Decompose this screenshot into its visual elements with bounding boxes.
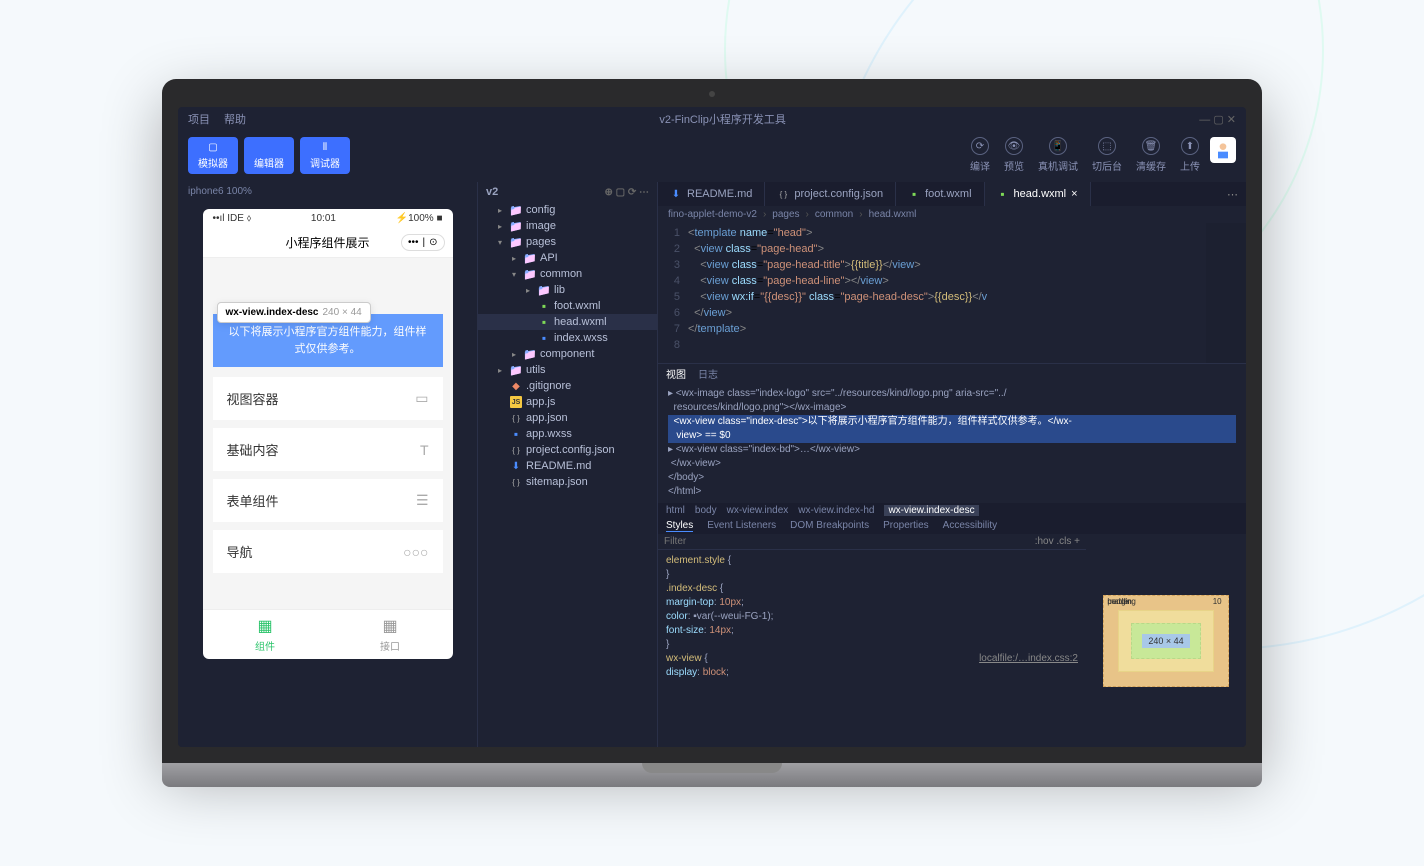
code-editor[interactable]: 12345678 <template name="head"> <view cl… <box>658 223 1246 363</box>
action-清缓存[interactable]: 🗑清缓存 <box>1136 137 1166 173</box>
simulator-pane: iphone6 100% ••ıl IDE ⬨ 10:01 ⚡100% ■ 小程… <box>178 182 478 747</box>
list-item[interactable]: 表单组件☰ <box>213 479 443 522</box>
phone-body[interactable]: wx-view.index-desc240 × 44 以下将展示小程序官方组件能… <box>203 258 453 609</box>
menubar: 项目 帮助 v2-FinClip小程序开发工具 — ▢ ✕ <box>178 107 1246 131</box>
file-explorer: v2 ⊕ ▢ ⟳ ⋯ ▸config▸image▾pages▸API▾commo… <box>478 182 658 747</box>
tree-common[interactable]: ▾common <box>478 266 657 282</box>
tab-project.config.json[interactable]: project.config.json <box>765 182 896 206</box>
dom-inspector[interactable]: ▸ <wx-image class="index-logo" src="../r… <box>658 383 1246 503</box>
close-icon[interactable]: × <box>1071 188 1077 200</box>
tree-project.config.json[interactable]: project.config.json <box>478 442 657 458</box>
phone-title: 小程序组件展示 <box>285 234 369 251</box>
list-item[interactable]: 导航○○○ <box>213 530 443 573</box>
window-title: v2-FinClip小程序开发工具 <box>260 111 1185 127</box>
tree-app.js[interactable]: JSapp.js <box>478 394 657 410</box>
explorer-actions[interactable]: ⊕ ▢ ⟳ ⋯ <box>604 187 649 198</box>
avatar[interactable] <box>1210 137 1236 163</box>
toolbar-模拟器[interactable]: ▢模拟器 <box>188 137 238 174</box>
action-切后台[interactable]: ⬚切后台 <box>1092 137 1122 173</box>
tree-image[interactable]: ▸image <box>478 218 657 234</box>
action-编译[interactable]: ⟳编译 <box>970 137 990 173</box>
tree-.gitignore[interactable]: .gitignore <box>478 378 657 394</box>
inspect-tooltip: wx-view.index-desc240 × 44 <box>217 302 371 323</box>
breadcrumb[interactable]: fino-applet-demo-v2›pages›common›head.wx… <box>658 206 1246 223</box>
phone-navbar: 小程序组件展示 •••|⊙ <box>203 228 453 258</box>
toolbar-调试器[interactable]: ⫴调试器 <box>300 137 350 174</box>
action-预览[interactable]: 👁预览 <box>1004 137 1024 173</box>
list-item[interactable]: 基础内容T <box>213 428 443 471</box>
tab-head.wxml[interactable]: head.wxml× <box>985 182 1091 206</box>
devtools-subtabs[interactable]: StylesEvent ListenersDOM BreakpointsProp… <box>658 518 1246 534</box>
tree-foot.wxml[interactable]: foot.wxml <box>478 298 657 314</box>
devtools: 视图日志 ▸ <wx-image class="index-logo" src=… <box>658 363 1246 747</box>
devtools-tabs[interactable]: 视图日志 <box>658 364 1246 383</box>
tree-API[interactable]: ▸API <box>478 250 657 266</box>
minimap[interactable] <box>1206 223 1246 363</box>
tree-lib[interactable]: ▸lib <box>478 282 657 298</box>
action-真机调试[interactable]: 📱真机调试 <box>1038 137 1078 173</box>
styles-filter-opts[interactable]: :hov .cls + <box>1035 536 1080 547</box>
tab-README.md[interactable]: README.md <box>658 182 765 206</box>
menu-project[interactable]: 项目 <box>188 111 210 127</box>
list-item[interactable]: 视图容器▭ <box>213 377 443 420</box>
menu-help[interactable]: 帮助 <box>224 111 246 127</box>
action-上传[interactable]: ⬆上传 <box>1180 137 1200 173</box>
box-model[interactable]: margin 10 border padding 240 × 44 <box>1086 534 1246 747</box>
phone-tab-接口[interactable]: ▦接口 <box>328 610 453 659</box>
tree-sitemap.json[interactable]: sitemap.json <box>478 474 657 490</box>
window-controls[interactable]: — ▢ ✕ <box>1199 113 1236 126</box>
tree-README.md[interactable]: README.md <box>478 458 657 474</box>
toolbar: ▢模拟器编辑器⫴调试器 ⟳编译 👁预览 📱真机调试 ⬚切后台 🗑清缓存 ⬆上传 <box>178 131 1246 182</box>
toolbar-编辑器[interactable]: 编辑器 <box>244 137 294 174</box>
tree-app.json[interactable]: app.json <box>478 410 657 426</box>
phone-tabbar: ▦组件▦接口 <box>203 609 453 659</box>
tab-foot.wxml[interactable]: foot.wxml <box>896 182 984 206</box>
tab-more[interactable]: ⋯ <box>1219 188 1246 201</box>
styles-pane[interactable]: :hov .cls + element.style {}.index-desc … <box>658 534 1086 747</box>
tree-head.wxml[interactable]: head.wxml <box>478 314 657 330</box>
simulator-device[interactable]: iphone6 100% <box>178 182 477 201</box>
tree-component[interactable]: ▸component <box>478 346 657 362</box>
tree-utils[interactable]: ▸utils <box>478 362 657 378</box>
tree-config[interactable]: ▸config <box>478 202 657 218</box>
capsule-menu[interactable]: •••|⊙ <box>401 234 445 251</box>
phone-statusbar: ••ıl IDE ⬨ 10:01 ⚡100% ■ <box>203 209 453 228</box>
explorer-root[interactable]: v2 <box>486 186 498 198</box>
tree-app.wxss[interactable]: app.wxss <box>478 426 657 442</box>
phone-frame: ••ıl IDE ⬨ 10:01 ⚡100% ■ 小程序组件展示 •••|⊙ <box>203 209 453 659</box>
editor-tabs: README.mdproject.config.jsonfoot.wxmlhea… <box>658 182 1246 206</box>
tree-index.wxss[interactable]: index.wxss <box>478 330 657 346</box>
editor-area: README.mdproject.config.jsonfoot.wxmlhea… <box>658 182 1246 747</box>
dom-breadcrumb[interactable]: htmlbodywx-view.indexwx-view.index-hdwx-… <box>658 503 1246 518</box>
tree-pages[interactable]: ▾pages <box>478 234 657 250</box>
phone-tab-组件[interactable]: ▦组件 <box>203 610 328 659</box>
styles-filter-input[interactable] <box>664 536 1035 547</box>
